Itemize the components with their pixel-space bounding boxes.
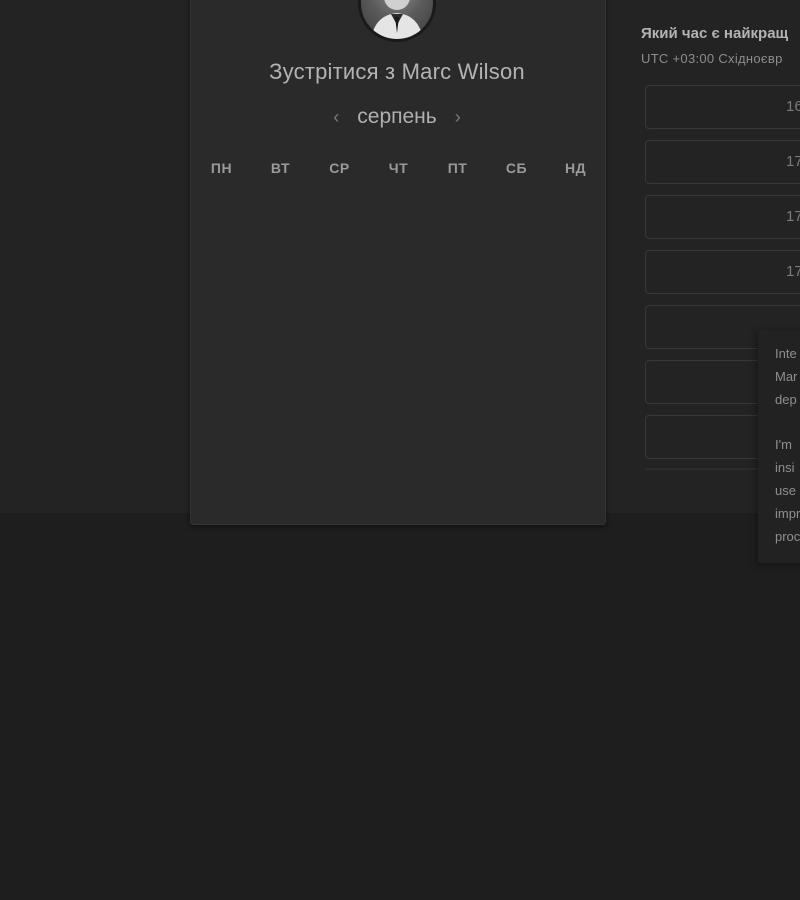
popover-text-line: Inte (775, 346, 797, 361)
chevron-left-icon[interactable]: ‹ (333, 108, 339, 126)
month-navigation: ‹ серпень › (190, 102, 604, 132)
slot-list-divider (645, 468, 765, 470)
time-slot[interactable]: 17 (645, 140, 800, 184)
month-label: серпень (357, 105, 437, 128)
weekday-header: ПН ВТ СР ЧТ ПТ СБ НД (192, 160, 606, 176)
weekday-tue: ВТ (270, 160, 291, 176)
weekday-mon: ПН (210, 160, 233, 176)
time-slot[interactable]: 17 (645, 250, 800, 294)
weekday-sun: НД (564, 160, 587, 176)
weekday-thu: ЧТ (388, 160, 409, 176)
chevron-right-icon[interactable]: › (455, 108, 461, 126)
popover-text-line: use (775, 483, 796, 498)
page-title: Зустрітися з Marc Wilson (269, 59, 525, 84)
popover-text-line: insi (775, 460, 795, 475)
time-slot-label: 16 (786, 98, 800, 115)
weekday-fri: ПТ (447, 160, 468, 176)
time-slot[interactable]: 16 (645, 85, 800, 129)
time-slot-label: 17 (786, 208, 800, 225)
weekday-wed: СР (329, 160, 350, 176)
time-slot[interactable]: 17 (645, 195, 800, 239)
time-slot-label: 17 (786, 153, 800, 170)
popover-text-line: dep (775, 392, 797, 407)
popover-text-line: impr (775, 506, 800, 521)
booking-page: Зустрітися з Marc Wilson ‹ серпень › ПН … (0, 0, 800, 900)
popover-text-line: proc (775, 529, 800, 544)
timezone-label[interactable]: UTC +03:00 Східноєвр (641, 51, 783, 66)
popover-text-line: I'm (775, 437, 792, 452)
host-description-popover: Inte Mar dep I'm insi use impr proc (758, 330, 800, 563)
popover-text-line: Mar (775, 369, 798, 384)
weekday-sat: СБ (505, 160, 528, 176)
time-question: Який час є найкращ (641, 25, 789, 42)
time-slot-label: 17 (786, 263, 800, 280)
